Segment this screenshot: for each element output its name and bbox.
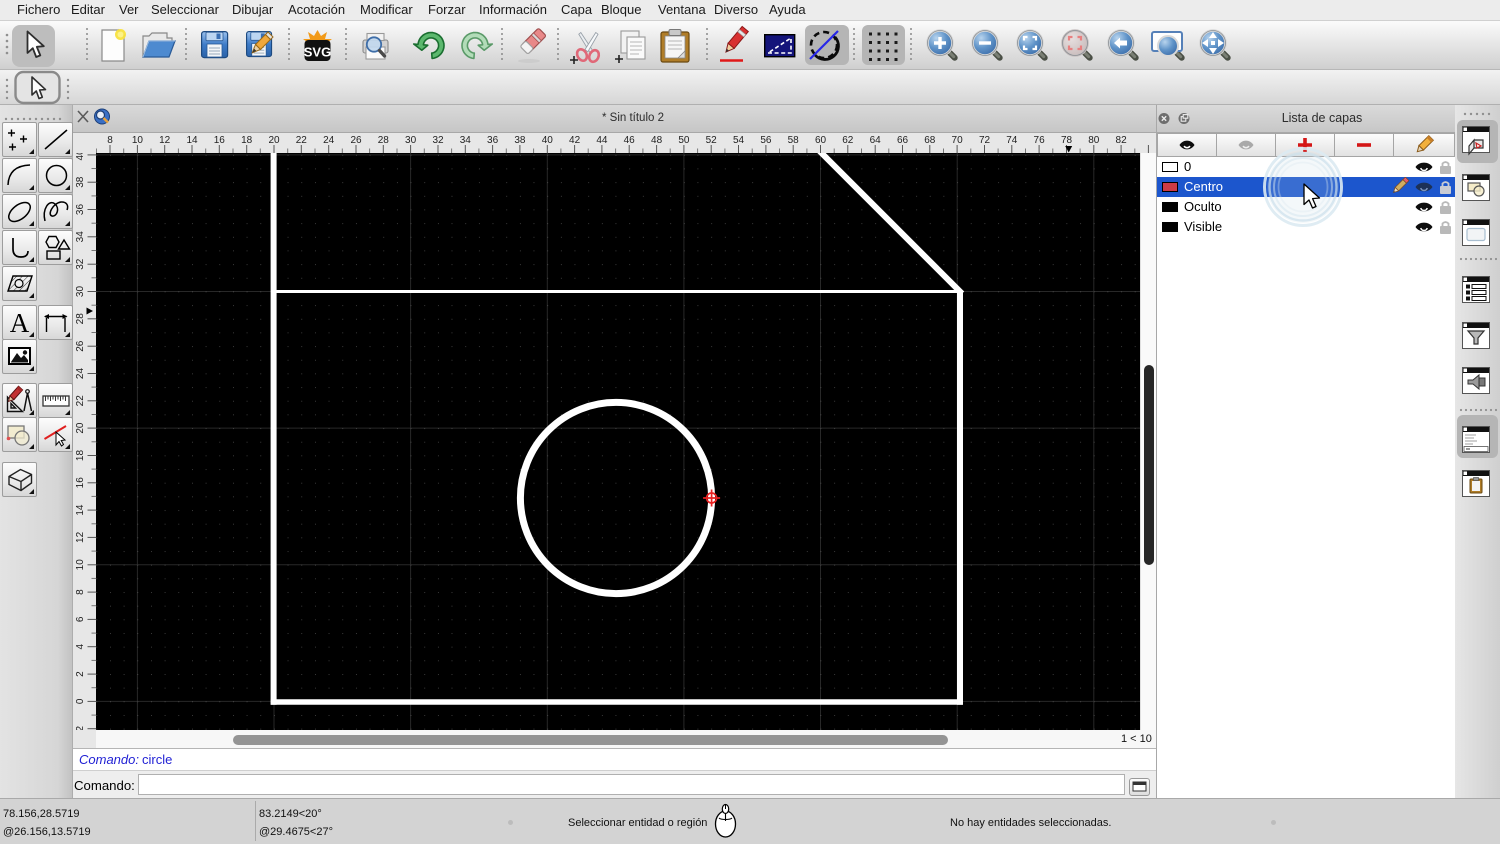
- svg-text:A: A: [10, 308, 30, 338]
- svg-text:70: 70: [952, 135, 964, 146]
- svg-text:50: 50: [678, 135, 690, 146]
- svg-text:28: 28: [75, 313, 86, 325]
- svg-text:60: 60: [815, 135, 827, 146]
- svg-text:78: 78: [1061, 135, 1073, 146]
- svg-text:48: 48: [651, 135, 663, 146]
- svg-text:24: 24: [75, 368, 86, 380]
- svg-text:4: 4: [75, 643, 86, 649]
- svg-text:6: 6: [75, 616, 86, 622]
- svg-text:54: 54: [733, 135, 745, 146]
- svg-text:82: 82: [1116, 135, 1128, 146]
- svg-text:26: 26: [350, 135, 362, 146]
- svg-text:32: 32: [75, 258, 86, 270]
- svg-text:36: 36: [75, 204, 86, 216]
- svg-text:16: 16: [75, 477, 86, 489]
- svg-text:36: 36: [487, 135, 499, 146]
- svg-text:8: 8: [107, 135, 113, 146]
- svg-text:28: 28: [378, 135, 390, 146]
- svg-text:30: 30: [405, 135, 417, 146]
- svg-text:80: 80: [1088, 135, 1100, 146]
- svg-text:42: 42: [569, 135, 581, 146]
- svg-text:38: 38: [75, 176, 86, 188]
- svg-text:64: 64: [870, 135, 882, 146]
- svg-text:2: 2: [75, 671, 86, 677]
- svg-text:24: 24: [323, 135, 335, 146]
- svg-text:44: 44: [596, 135, 608, 146]
- svg-text:58: 58: [788, 135, 800, 146]
- svg-text:22: 22: [75, 395, 86, 407]
- svg-text:8: 8: [75, 589, 86, 595]
- svg-text:10: 10: [132, 135, 144, 146]
- svg-text:12: 12: [75, 531, 86, 543]
- svg-text:46: 46: [624, 135, 636, 146]
- svg-text:22: 22: [296, 135, 308, 146]
- svg-text:20: 20: [268, 135, 280, 146]
- svg-text:66: 66: [897, 135, 909, 146]
- svg-text:10: 10: [75, 559, 86, 571]
- svg-text:32: 32: [432, 135, 444, 146]
- svg-text:16: 16: [214, 135, 226, 146]
- svg-text:40: 40: [542, 135, 554, 146]
- svg-text:38: 38: [514, 135, 526, 146]
- svg-text:34: 34: [75, 231, 86, 243]
- svg-text:40: 40: [75, 153, 86, 160]
- svg-text:18: 18: [75, 450, 86, 462]
- svg-text:26: 26: [75, 340, 86, 352]
- svg-text:20: 20: [75, 422, 86, 434]
- svg-text:62: 62: [842, 135, 854, 146]
- svg-text:52: 52: [706, 135, 718, 146]
- svg-text:72: 72: [979, 135, 991, 146]
- svg-text:14: 14: [75, 504, 86, 516]
- svg-text:68: 68: [924, 135, 936, 146]
- svg-text:18: 18: [241, 135, 253, 146]
- svg-text:74: 74: [1006, 135, 1018, 146]
- svg-text:14: 14: [186, 135, 198, 146]
- svg-text:SVG: SVG: [304, 45, 331, 60]
- svg-text:76: 76: [1034, 135, 1046, 146]
- svg-text:30: 30: [75, 286, 86, 298]
- svg-text:56: 56: [760, 135, 772, 146]
- svg-text:0: 0: [75, 698, 86, 704]
- svg-text:34: 34: [460, 135, 472, 146]
- svg-text:12: 12: [159, 135, 171, 146]
